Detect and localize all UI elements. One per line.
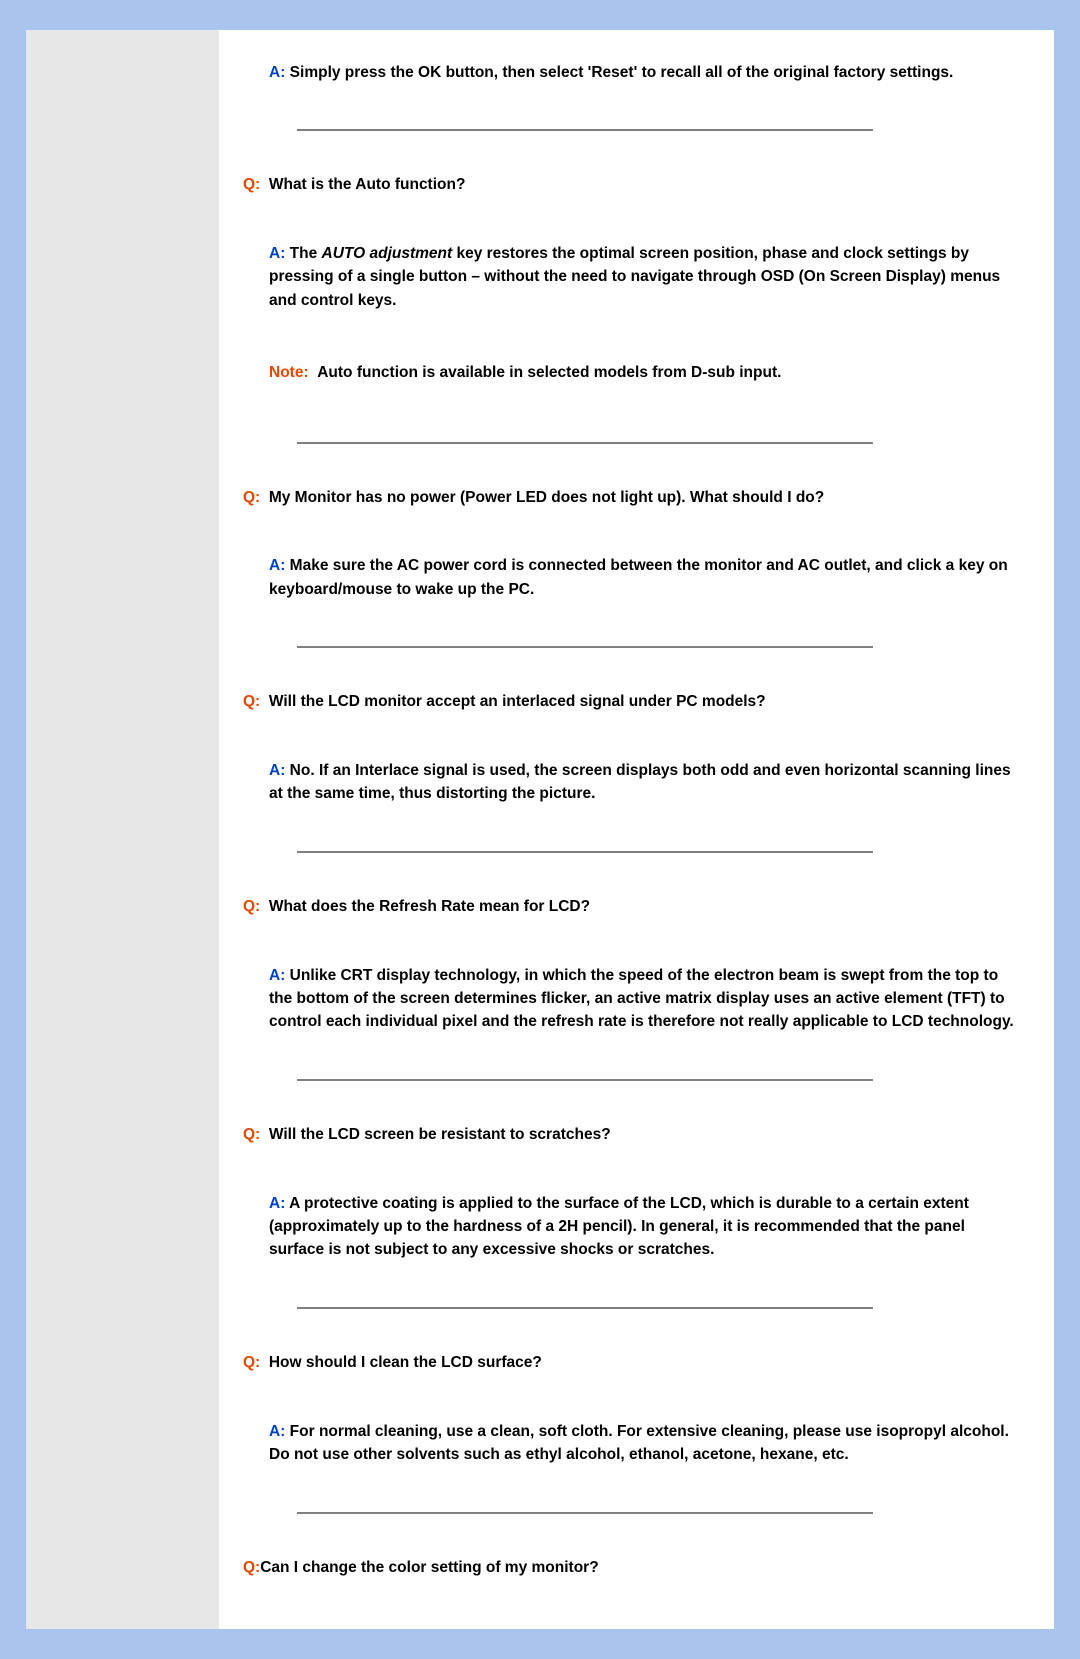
question-text: Will the LCD monitor accept an interlace… — [269, 693, 766, 710]
question-line: Q: What does the Refresh Rate mean for L… — [219, 895, 1024, 918]
answer-prefix: A: — [269, 64, 285, 81]
answer-body-pre: The — [290, 245, 322, 262]
answer-body: Unlike CRT display technology, in which … — [269, 967, 1014, 1031]
question-text: What is the Auto function? — [269, 176, 466, 193]
answer-text: A: Simply press the OK button, then sele… — [219, 61, 1024, 84]
question-line: Q: My Monitor has no power (Power LED do… — [219, 486, 1024, 509]
answer-body: Simply press the OK button, then select … — [290, 64, 954, 81]
question-prefix: Q: — [243, 1354, 260, 1371]
left-rail — [26, 30, 219, 1629]
question-line: Q: What is the Auto function? — [219, 173, 1024, 196]
question-text: Will the LCD screen be resistant to scra… — [269, 1126, 611, 1143]
answer-text: A: For normal cleaning, use a clean, sof… — [219, 1420, 1024, 1467]
answer-body-italic: AUTO adjustment — [322, 245, 453, 262]
answer-text: A: Unlike CRT display technology, in whi… — [219, 964, 1024, 1034]
question-prefix: Q: — [243, 1559, 260, 1576]
answer-text: A: Make sure the AC power cord is connec… — [219, 554, 1024, 601]
document-sheet: A: Simply press the OK button, then sele… — [26, 30, 1054, 1629]
question-text: What does the Refresh Rate mean for LCD? — [269, 898, 590, 915]
answer-prefix: A: — [269, 967, 285, 984]
question-text: How should I clean the LCD surface? — [269, 1354, 542, 1371]
page-frame: A: Simply press the OK button, then sele… — [0, 0, 1080, 1659]
answer-prefix: A: — [269, 1195, 285, 1212]
answer-prefix: A: — [269, 245, 285, 262]
answer-text: A: The AUTO adjustment key restores the … — [219, 242, 1024, 312]
question-prefix: Q: — [243, 176, 260, 193]
answer-prefix: A: — [269, 1423, 285, 1440]
question-text: Can I change the color setting of my mon… — [260, 1559, 598, 1576]
question-prefix: Q: — [243, 489, 260, 506]
question-line: Q:Can I change the color setting of my m… — [219, 1556, 1024, 1579]
question-line: Q: How should I clean the LCD surface? — [219, 1351, 1024, 1374]
question-prefix: Q: — [243, 1126, 260, 1143]
question-line: Q: Will the LCD monitor accept an interl… — [219, 690, 1024, 713]
content-column: A: Simply press the OK button, then sele… — [219, 30, 1054, 1629]
question-prefix: Q: — [243, 898, 260, 915]
answer-prefix: A: — [269, 762, 285, 779]
answer-body: No. If an Interlace signal is used, the … — [269, 762, 1011, 802]
answer-prefix: A: — [269, 557, 285, 574]
question-prefix: Q: — [243, 693, 260, 710]
question-text: My Monitor has no power (Power LED does … — [269, 489, 824, 506]
note-prefix: Note: — [269, 364, 309, 381]
answer-text: A: No. If an Interlace signal is used, t… — [219, 759, 1024, 806]
answer-body: For normal cleaning, use a clean, soft c… — [269, 1423, 1009, 1463]
answer-text: A: A protective coating is applied to th… — [219, 1192, 1024, 1262]
answer-body: Make sure the AC power cord is connected… — [269, 557, 1008, 597]
note-body: Auto function is available in selected m… — [317, 364, 781, 381]
question-line: Q: Will the LCD screen be resistant to s… — [219, 1123, 1024, 1146]
note-text: Note: Auto function is available in sele… — [219, 361, 1024, 384]
answer-body: A protective coating is applied to the s… — [269, 1195, 969, 1259]
